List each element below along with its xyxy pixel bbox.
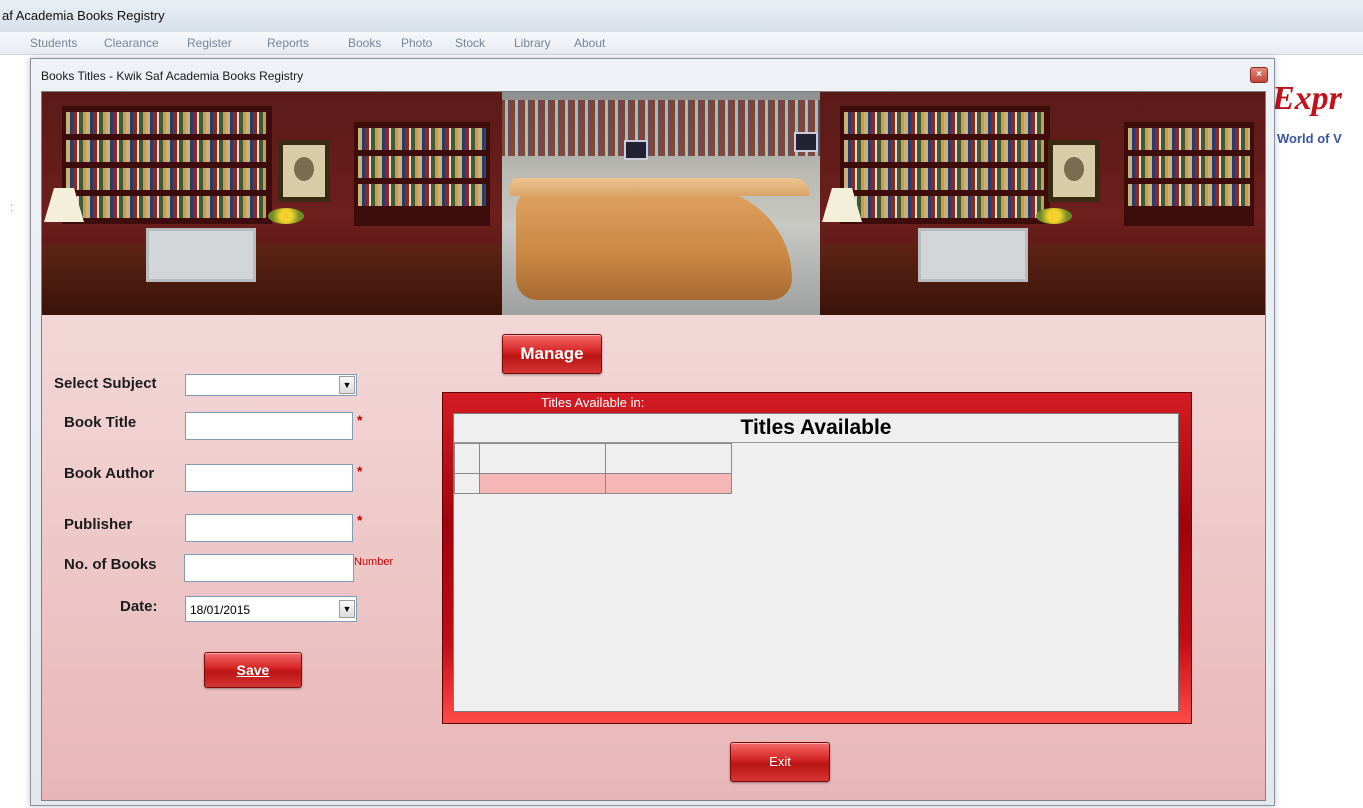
- grid-row-header[interactable]: [454, 473, 480, 494]
- book-title-label: Book Title: [64, 414, 137, 431]
- titles-grid-header: Titles Available: [454, 414, 1178, 443]
- book-author-input[interactable]: [185, 464, 353, 492]
- books-titles-dialog: Books Titles - Kwik Saf Academia Books R…: [30, 58, 1275, 806]
- background-logo: Expr: [1272, 80, 1342, 117]
- no-of-books-input[interactable]: [184, 554, 354, 582]
- menu-books[interactable]: Books: [348, 36, 381, 50]
- background-edge-mark: :: [10, 200, 14, 214]
- book-title-required-mark: *: [357, 412, 363, 428]
- close-icon[interactable]: ×: [1250, 67, 1268, 83]
- menu-register[interactable]: Register: [187, 36, 232, 50]
- date-picker[interactable]: 18/01/2015 ▼: [185, 596, 357, 622]
- book-author-required-mark: *: [357, 463, 363, 479]
- grid-column-header[interactable]: [605, 443, 732, 474]
- select-subject-label: Select Subject: [54, 375, 157, 392]
- grid-row-header[interactable]: [454, 443, 480, 474]
- book-author-label: Book Author: [64, 465, 155, 482]
- chevron-down-icon[interactable]: ▼: [339, 600, 355, 618]
- menu-stock[interactable]: Stock: [455, 36, 485, 50]
- library-study-image-right: [820, 92, 1265, 315]
- portrait-image-right: [1048, 140, 1100, 202]
- save-button[interactable]: Save: [204, 652, 302, 688]
- titles-available-caption: Titles Available in:: [541, 395, 645, 410]
- no-of-books-label: No. of Books: [64, 556, 157, 573]
- dialog-title: Books Titles - Kwik Saf Academia Books R…: [41, 69, 304, 83]
- menu-library[interactable]: Library: [514, 36, 551, 50]
- menu-photo[interactable]: Photo: [401, 36, 432, 50]
- grid-cell[interactable]: [605, 473, 732, 494]
- chevron-down-icon[interactable]: ▼: [339, 376, 355, 394]
- grid-column-header[interactable]: [479, 443, 606, 474]
- library-counter-image: [502, 92, 820, 315]
- menu-students[interactable]: Students: [30, 36, 77, 50]
- app-title: af Academia Books Registry: [2, 8, 165, 23]
- background-logo-tagline: World of V: [1277, 131, 1342, 146]
- app-title-bar: af Academia Books Registry: [0, 0, 1363, 33]
- menu-reports[interactable]: Reports: [267, 36, 309, 50]
- titles-grid[interactable]: Titles Available: [453, 413, 1179, 712]
- menu-clearance[interactable]: Clearance: [104, 36, 159, 50]
- publisher-required-mark: *: [357, 512, 363, 528]
- number-hint: Number: [354, 556, 394, 568]
- select-subject-dropdown[interactable]: ▼: [185, 374, 357, 396]
- publisher-label: Publisher: [64, 516, 133, 533]
- manage-button[interactable]: Manage: [502, 334, 602, 374]
- date-label: Date:: [120, 598, 158, 615]
- date-value: 18/01/2015: [190, 603, 251, 617]
- book-title-input[interactable]: [185, 412, 353, 440]
- library-study-image-left: [42, 92, 502, 315]
- main-menu-bar: Students Clearance Register Reports Book…: [0, 32, 1363, 55]
- exit-button[interactable]: Exit: [730, 742, 830, 782]
- grid-cell[interactable]: [479, 473, 606, 494]
- banner-image: [42, 92, 1265, 315]
- titles-available-panel: Titles Available in: Titles Available: [442, 392, 1192, 724]
- menu-about[interactable]: About: [574, 36, 605, 50]
- publisher-input[interactable]: [185, 514, 353, 542]
- portrait-image: [278, 140, 330, 202]
- dialog-body: Manage Select Subject ▼ Book Title * Boo…: [41, 91, 1266, 801]
